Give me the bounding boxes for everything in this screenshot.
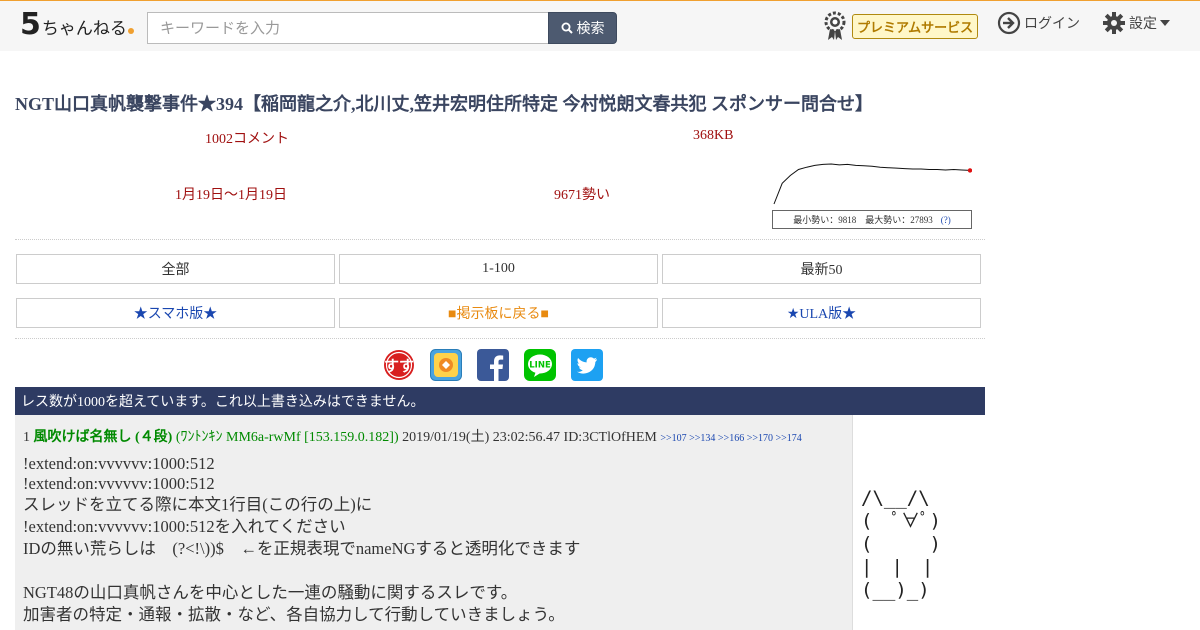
divider (15, 239, 985, 240)
gear-icon (1103, 12, 1125, 34)
bookmark-share-icon[interactable] (430, 349, 462, 381)
post-date: 2019/01/19(土) 23:02:56.47 (402, 430, 561, 445)
thread-full-notice: レス数が1000を超えています。これ以上書き込みはできません。 (15, 387, 985, 415)
comment-count: 1002コメント (205, 132, 289, 147)
view-1-100-button[interactable]: 1-100 (339, 254, 658, 284)
login-link[interactable]: ログイン (997, 11, 1080, 35)
ascii-art-cat: /\__/\ ( ﾟ∀ﾟ) ( ) | | | (__)_) (861, 487, 941, 601)
momentum-graph (773, 163, 972, 205)
reply-refs: >>107 >>134 >>166 >>170 >>174 (660, 433, 801, 444)
graph-legend: 最小勢い：9818 最大勢い：27893 (?) (772, 210, 972, 229)
premium-badge: プレミアムサービス (852, 13, 979, 39)
reply-ref-link[interactable]: >>134 (689, 433, 715, 444)
logo-mark: 5 (20, 7, 41, 42)
login-label: ログイン (1024, 16, 1080, 32)
post-id[interactable]: ID:3CTlOfHEM (564, 430, 657, 445)
thread-size: 368KB (693, 128, 734, 143)
matome-share-icon[interactable]: すす (383, 349, 415, 381)
post-line: 加害者の特定・通報・拡散・など、各自協力して行動していきましょう。 (23, 605, 565, 624)
momentum-line (773, 163, 971, 205)
logo-dot (127, 28, 134, 34)
post-header: 1 風吹けば名無し (４段) (ﾜﾝﾄﾝｷﾝ MM6a-rwMf [153.15… (23, 426, 802, 446)
search-button-label: 検索 (576, 21, 605, 37)
caret-down-icon (1160, 20, 1170, 26)
post-line: IDの無い荒らしは (?<!\))$ ←を正規表現でnameNGすると透明化でき… (23, 539, 581, 558)
post-line: !extend:on:vvvvvv:1000:512を入れてください (23, 517, 346, 536)
reply-ref-link[interactable]: >>170 (747, 433, 773, 444)
premium-service-link[interactable]: プレミアムサービス (823, 11, 979, 41)
thread-title: NGT山口真帆襲撃事件★394【稲岡龍之介,北川丈,笠井宏明住所特定 今村悦朗文… (15, 94, 874, 114)
post-body: !extend:on:vvvvvv:1000:512 !extend:on:vv… (23, 454, 580, 626)
top-bar: 5 ちゃんねる 検索 プレミアムサービス ログイン (0, 0, 1200, 51)
post-number[interactable]: 1 (23, 430, 30, 445)
graph-help-link[interactable]: (?) (941, 215, 951, 225)
svg-text:LINE: LINE (529, 361, 551, 371)
search-icon (561, 22, 573, 34)
line-icon[interactable]: LINE (524, 349, 556, 381)
search-input[interactable] (147, 12, 549, 44)
view-latest-50-button[interactable]: 最新50 (662, 254, 981, 284)
logo-text: ちゃんねる (41, 19, 127, 39)
view-all-button[interactable]: 全部 (16, 254, 335, 284)
reply-ref-link[interactable]: >>107 (660, 433, 686, 444)
site-logo[interactable]: 5 ちゃんねる (20, 10, 134, 42)
divider (15, 338, 985, 339)
settings-menu[interactable]: 設定 (1102, 11, 1170, 35)
ula-version-link[interactable]: ★ULA版★ (662, 298, 981, 328)
poster-trip: (ﾜﾝﾄﾝｷﾝ MM6a-rwMf [153.159.0.182]) (175, 430, 399, 445)
post: 1 風吹けば名無し (４段) (ﾜﾝﾄﾝｷﾝ MM6a-rwMf [153.15… (15, 415, 852, 630)
side-column: /\__/\ ( ﾟ∀ﾟ) ( ) | | | (__)_) (852, 415, 985, 630)
momentum-current-dot (967, 168, 972, 173)
post-line: !extend:on:vvvvvv:1000:512 (23, 454, 215, 473)
post-line (23, 560, 580, 582)
post-line: NGT48の山口真帆さんを中心とした一連の騒動に関するスレです。 (23, 583, 518, 602)
date-range: 1月19日〜1月19日 (175, 188, 287, 203)
reply-ref-link[interactable]: >>174 (775, 433, 801, 444)
facebook-icon[interactable] (477, 349, 509, 381)
settings-label: 設定 (1129, 16, 1157, 32)
momentum: 9671勢い (554, 188, 610, 203)
poster-name: 風吹けば名無し (４段) (33, 430, 173, 445)
graph-legend-text: 最小勢い：9818 最大勢い：27893 (793, 215, 933, 225)
medal-icon (824, 11, 846, 40)
twitter-icon[interactable] (571, 349, 603, 381)
svg-text:すす: すす (384, 357, 414, 375)
reply-ref-link[interactable]: >>166 (718, 433, 744, 444)
post-line: !extend:on:vvvvvv:1000:512 (23, 474, 215, 493)
back-to-board-link[interactable]: ■掲示板に戻る■ (339, 298, 658, 328)
search-button[interactable]: 検索 (548, 12, 617, 44)
smartphone-version-link[interactable]: ★スマホ版★ (16, 298, 335, 328)
post-line: スレッドを立てる際に本文1行目(この行の上)に (23, 495, 373, 514)
login-icon (997, 11, 1021, 35)
